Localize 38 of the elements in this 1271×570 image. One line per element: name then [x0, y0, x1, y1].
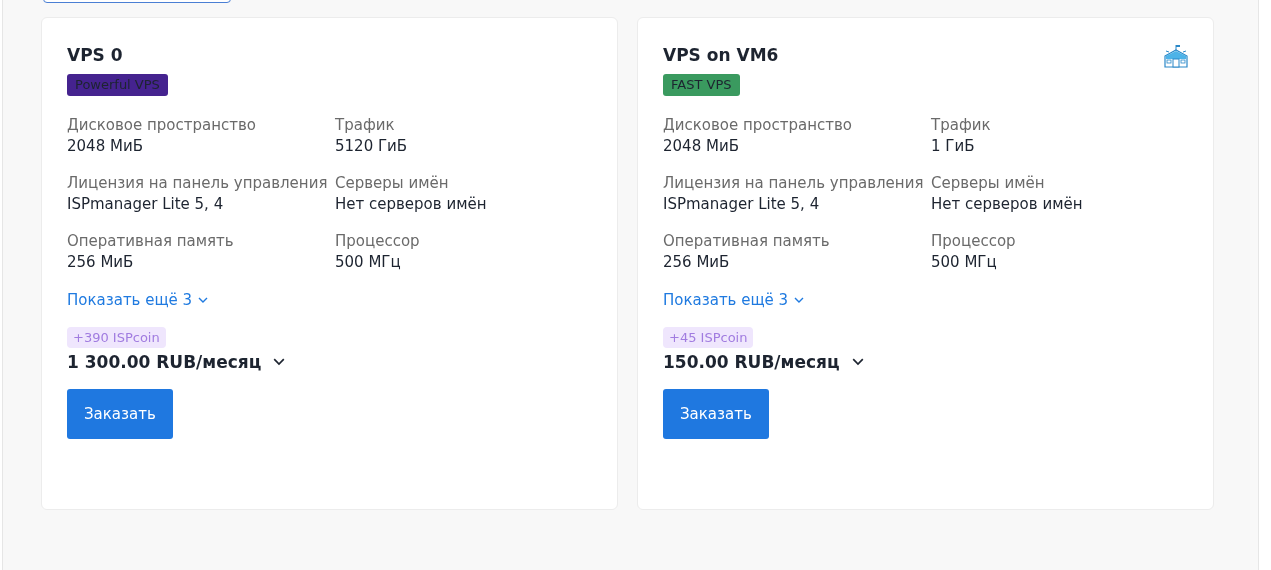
spec-value: 5120 ГиБ [335, 136, 409, 157]
spec-label: Дисковое пространство [67, 116, 257, 135]
chevron-icon[interactable] [851, 358, 864, 366]
spec-label: Процессор [335, 232, 421, 251]
spec-label: Серверы имён [931, 174, 1046, 193]
coin-badge: +390 ISPcoin [67, 327, 166, 348]
show-more-link[interactable]: Показать ещё 3 [67, 291, 209, 309]
spec-value: 256 МиБ [67, 252, 135, 273]
spec-value: 500 МГц [335, 252, 402, 273]
spec-value: Нет серверов имён [335, 194, 488, 215]
tariff-title: VPS on VM6 [663, 44, 780, 66]
coin-badge: +45 ISPcoin [663, 327, 754, 348]
spec-label: Дисковое пространство [663, 116, 853, 135]
chevron-icon[interactable] [273, 358, 286, 366]
tariff-title: VPS 0 [67, 44, 124, 66]
price-text: 150.00 RUB/месяц [663, 352, 840, 372]
spec-label: Серверы имён [335, 174, 450, 193]
tariff-tag: FAST VPS [663, 74, 740, 96]
spec-value: Нет серверов имён [931, 194, 1084, 215]
spec-value: 2048 МиБ [67, 136, 144, 157]
spec-label: Трафик [931, 116, 992, 135]
spec-label: Лицензия на панель управления [67, 174, 329, 193]
spec-label: Трафик [335, 116, 396, 135]
spec-label: Лицензия на панель управления [663, 174, 925, 193]
spec-label: Процессор [931, 232, 1017, 251]
spec-value: 2048 МиБ [663, 136, 740, 157]
spec-value: 500 МГц [931, 252, 998, 273]
spec-label: Оперативная память [663, 232, 831, 251]
show-more-link[interactable]: Показать ещё 3 [663, 291, 805, 309]
spec-value: 256 МиБ [663, 252, 731, 273]
spec-value: ISPmanager Lite 5, 4 [663, 194, 821, 215]
spec-value: ISPmanager Lite 5, 4 [67, 194, 225, 215]
spec-label: Оперативная память [67, 232, 235, 251]
spec-value: 1 ГиБ [931, 136, 976, 157]
order-button[interactable]: Заказать [663, 389, 769, 439]
order-button[interactable]: Заказать [67, 389, 173, 439]
tariff-tag: Powerful VPS [67, 74, 168, 96]
price-text: 1 300.00 RUB/месяц [67, 352, 262, 372]
